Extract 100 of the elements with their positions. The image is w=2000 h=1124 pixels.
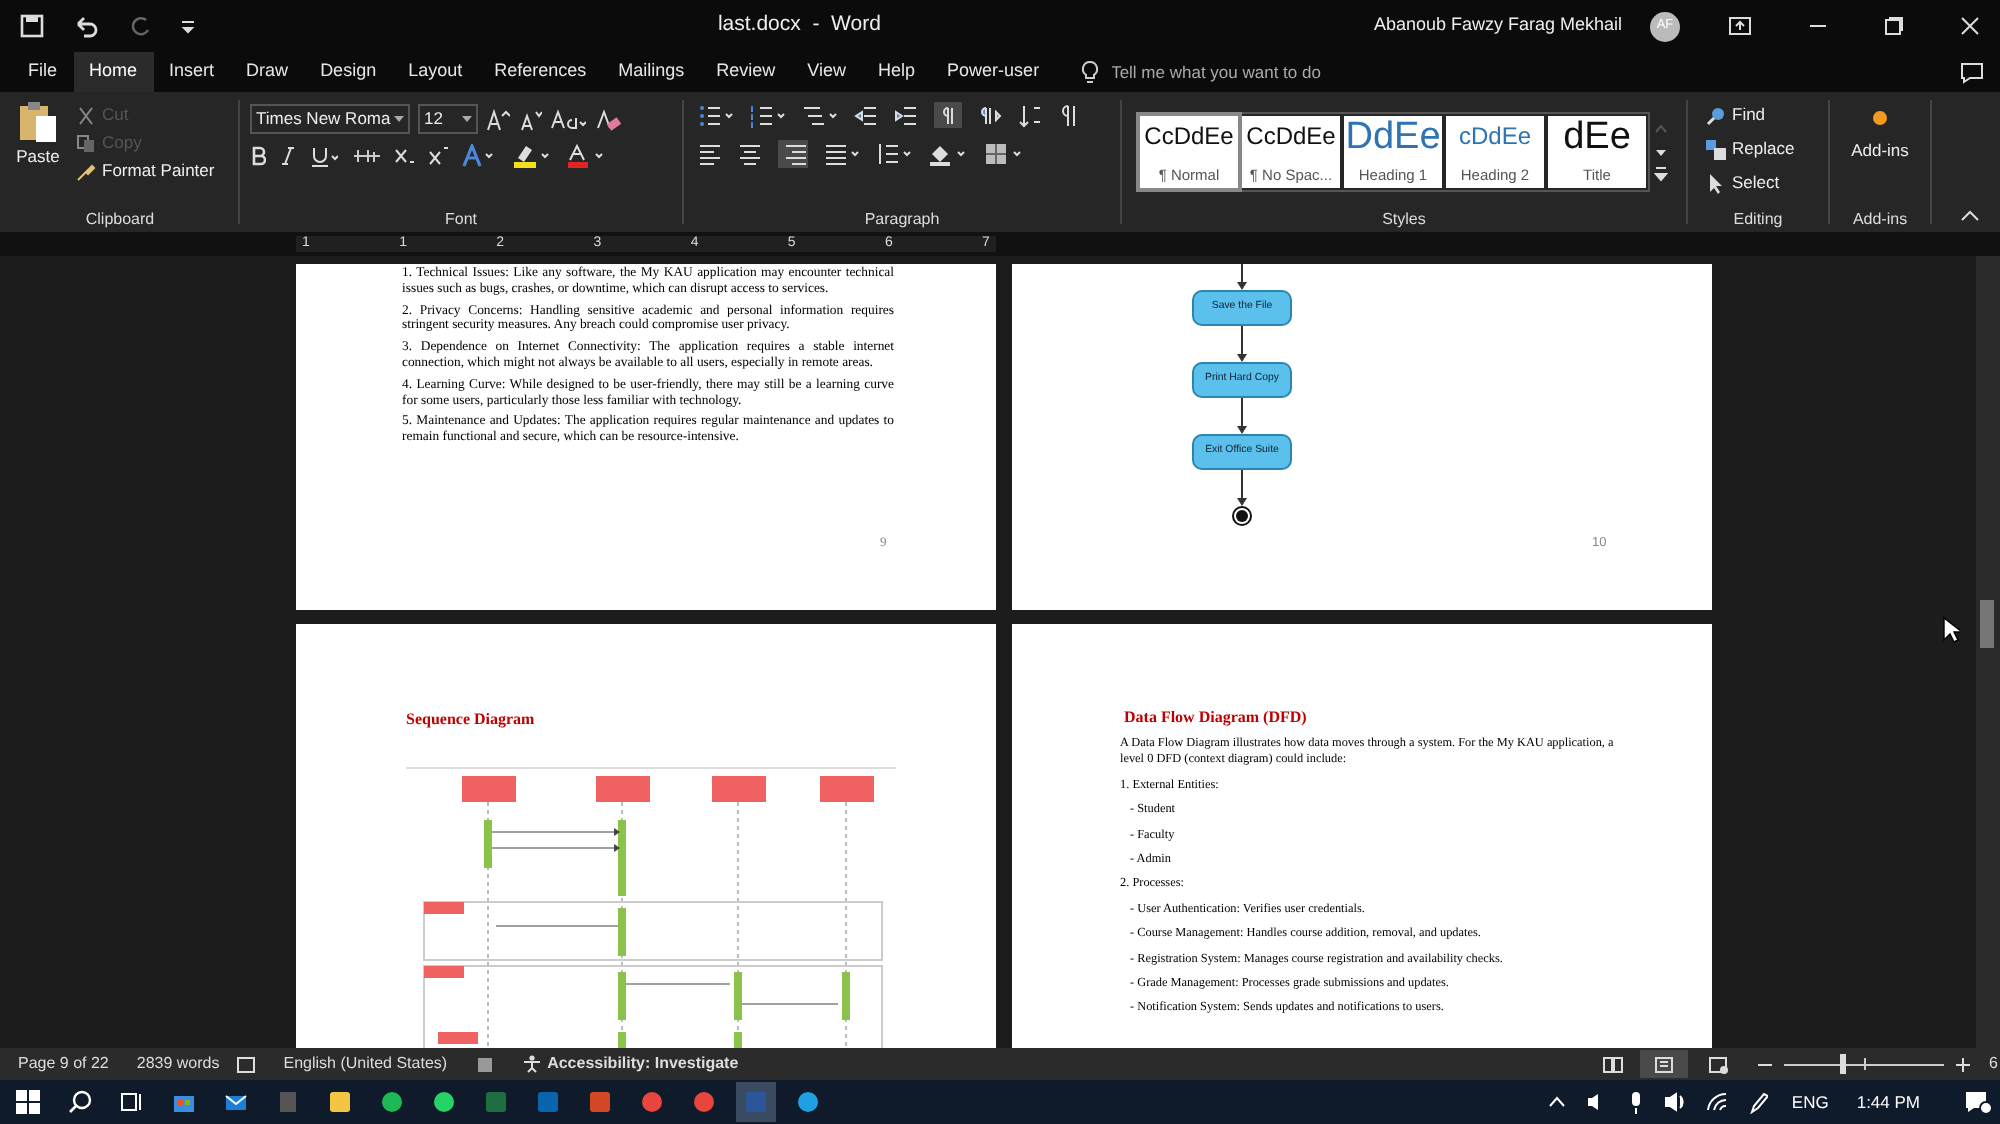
more-styles-icon[interactable] [1654, 164, 1668, 184]
paintbrush-icon [76, 161, 96, 181]
print-layout-button[interactable] [1639, 1050, 1688, 1078]
sort-icon[interactable] [1018, 103, 1042, 127]
font-color-icon[interactable] [566, 144, 606, 168]
windows-start-icon[interactable] [16, 1090, 40, 1114]
undo-icon[interactable] [72, 14, 100, 38]
save-icon[interactable] [20, 14, 44, 38]
paragraph-direction-icon[interactable] [939, 105, 957, 125]
bold-icon[interactable] [250, 146, 266, 166]
menu-tab[interactable]: File [12, 52, 74, 92]
scissors-icon [76, 105, 96, 125]
wifi-icon[interactable] [1705, 1092, 1728, 1112]
add-ins-button[interactable]: Add-ins [1851, 110, 1909, 164]
text-effects-icon[interactable] [462, 144, 498, 168]
search-icon[interactable] [68, 1090, 92, 1114]
editing-command[interactable]: Select [1706, 170, 1822, 196]
italic-icon[interactable] [280, 146, 296, 166]
highlight-icon[interactable] [512, 144, 552, 168]
flow-arrow [1236, 470, 1248, 506]
section-heading: Sequence Diagram [406, 708, 535, 732]
flow-arrow [1236, 264, 1248, 290]
chevron-up-icon[interactable] [1547, 1094, 1566, 1110]
menu-tab[interactable]: References [478, 52, 603, 92]
subscript-icon[interactable] [394, 146, 414, 166]
paste-button[interactable]: Paste [8, 100, 68, 208]
menu-tab[interactable]: Mailings [602, 52, 701, 92]
comments-icon[interactable] [1960, 62, 1984, 84]
menu-tab[interactable]: Draw [230, 52, 305, 92]
zoom-in-icon[interactable] [1955, 1057, 1970, 1071]
justify-icon[interactable] [824, 142, 860, 166]
left-to-right-button[interactable] [934, 102, 962, 128]
close-icon[interactable] [1960, 16, 1980, 36]
decrease-indent-icon[interactable] [854, 103, 878, 127]
web-layout-icon[interactable] [1707, 1055, 1730, 1073]
accessibility-status[interactable]: Accessibility: Investigate [547, 1052, 739, 1076]
zoom-percent[interactable]: 6 [1989, 1052, 1998, 1076]
zoom-slider[interactable] [1783, 1054, 1944, 1074]
accessibility-icon[interactable] [521, 1054, 542, 1074]
pilcrow-icon[interactable] [1058, 103, 1078, 127]
editing-command[interactable]: Replace [1706, 136, 1822, 162]
language-status[interactable]: English (United States) [283, 1052, 448, 1076]
grow-font-icon[interactable] [486, 107, 510, 131]
notifications-icon[interactable] [1964, 1090, 1992, 1114]
clear-formatting-icon[interactable] [594, 107, 622, 131]
line-spacing-icon[interactable] [876, 142, 912, 166]
menu-tab[interactable]: Insert [153, 52, 231, 92]
group-label: Add-ins [1850, 208, 1910, 232]
menu-tab[interactable]: Help [862, 52, 932, 92]
vertical-scrollbar[interactable] [1976, 256, 2000, 1048]
print-layout-icon[interactable] [1653, 1055, 1674, 1073]
menu-tab[interactable]: Design [304, 52, 393, 92]
clipboard-icon [18, 100, 58, 144]
restore-icon[interactable] [1884, 16, 1904, 36]
word-count[interactable]: 2839 words [136, 1052, 220, 1076]
multilevel-list-icon[interactable] [802, 103, 838, 127]
task-view-icon[interactable] [120, 1090, 144, 1114]
group-label: Editing [1731, 208, 1785, 232]
menu-tab[interactable]: Power-user [931, 52, 1056, 92]
mail-icon[interactable] [224, 1090, 248, 1114]
menu-tab[interactable]: Review [700, 52, 792, 92]
pen-icon[interactable] [1747, 1091, 1768, 1113]
read-mode-icon[interactable] [1601, 1055, 1624, 1073]
customize-icon[interactable] [180, 16, 196, 36]
redo-icon[interactable] [128, 14, 152, 38]
clock[interactable]: 1:44 PM [1856, 1089, 1920, 1115]
change-case-icon[interactable] [550, 107, 586, 131]
font-name-dropdown[interactable]: Times New Roma [250, 104, 410, 134]
collapse-ribbon-icon[interactable] [1960, 208, 1980, 224]
ribbon-display-icon[interactable] [1728, 16, 1752, 36]
superscript-icon[interactable] [428, 146, 448, 166]
page-count[interactable]: Page 9 of 22 [18, 1052, 109, 1076]
menu-tab[interactable]: Home [73, 52, 154, 92]
align-center-icon[interactable] [738, 142, 762, 166]
menu-tab[interactable]: Layout [392, 52, 479, 92]
bullets-icon[interactable] [698, 103, 734, 127]
user-name: Abanoub Fawzy Farag Mekhail [1373, 12, 1622, 39]
menu-tab[interactable]: View [791, 52, 863, 92]
shading-icon[interactable] [928, 142, 968, 166]
font-size-dropdown[interactable]: 12 [418, 104, 478, 134]
increase-indent-icon[interactable] [894, 103, 918, 127]
microphone-icon[interactable] [1627, 1091, 1644, 1113]
clipboard-command[interactable]: Format Painter [76, 160, 215, 182]
flow-arrow [1236, 326, 1248, 362]
group-label: Paragraph [862, 208, 942, 232]
numbering-icon[interactable] [750, 103, 786, 127]
input-language[interactable]: ENG [1791, 1089, 1829, 1115]
group-label: Clipboard [83, 208, 157, 232]
end-node-icon [1232, 506, 1252, 526]
lightbulb-icon[interactable] [1079, 60, 1100, 84]
underline-icon[interactable] [310, 145, 338, 167]
editing-command[interactable]: Find [1706, 102, 1822, 128]
speaker-icon[interactable] [1663, 1092, 1686, 1112]
strikethrough-icon[interactable] [352, 146, 380, 166]
align-left-icon[interactable] [698, 142, 722, 166]
borders-icon[interactable] [984, 142, 1024, 166]
section-heading: Data Flow Diagram (DFD) [1124, 708, 1309, 728]
shrink-font-icon[interactable] [518, 107, 542, 131]
tell-me-search-field[interactable]: Tell me what you want to do [1111, 58, 1392, 86]
right-to-left-icon[interactable] [978, 105, 1002, 125]
